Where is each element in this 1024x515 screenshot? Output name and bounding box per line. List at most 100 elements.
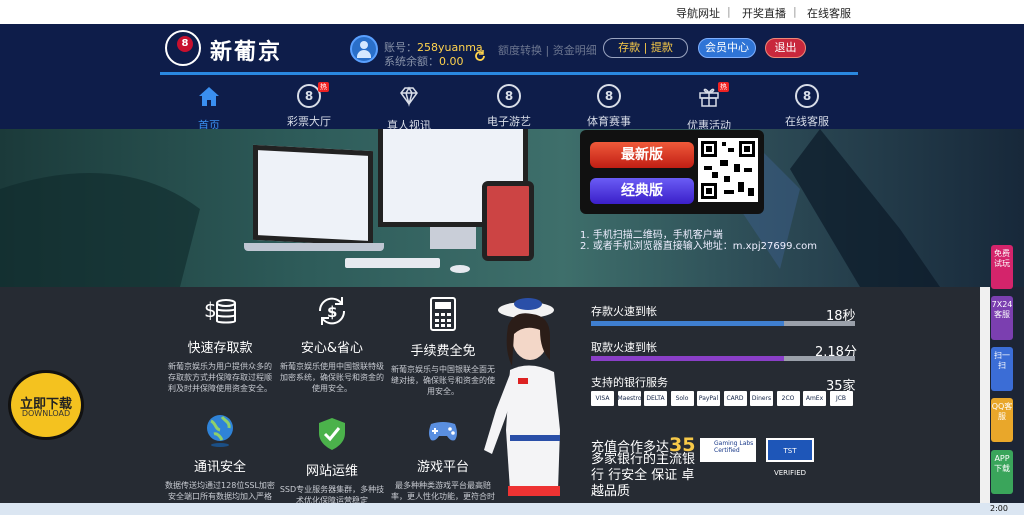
app-download-box: 最新版 经典版	[580, 130, 764, 214]
download-float-button[interactable]: 立即下载 DOWNLOAD	[8, 370, 84, 440]
bank-logo: 2CO	[776, 391, 800, 406]
account-links: 额度转换 | 资金明细	[498, 44, 597, 57]
svg-text:$: $	[204, 298, 217, 322]
svg-text:$: $	[327, 303, 337, 321]
bank-logo: CARD	[723, 391, 747, 406]
nav-sports[interactable]: 8 体育赛事	[574, 84, 644, 129]
fund-details-link[interactable]: 资金明细	[553, 44, 597, 57]
side-scan[interactable]: 扫一扫	[991, 347, 1013, 391]
keyboard	[345, 258, 440, 268]
member-center-button[interactable]: 会员中心	[698, 38, 756, 58]
gamepad-icon	[429, 422, 457, 441]
header-divider	[160, 72, 858, 75]
user-avatar-icon	[350, 35, 378, 63]
nav-egames[interactable]: 8 电子游艺	[474, 84, 544, 129]
balance-value: 0.00	[439, 55, 464, 68]
deposit-withdraw-pill: 存款 | 提款	[603, 38, 688, 58]
bank-logo: AmEx	[803, 391, 826, 406]
logo-emblem-icon: 8	[165, 30, 201, 66]
laptop-mockup	[253, 144, 373, 247]
withdraw-speed-fill	[591, 356, 784, 361]
top-link-nav[interactable]: 导航网址	[676, 5, 720, 21]
os-taskbar: 2:00	[0, 503, 1024, 515]
calculator-icon	[430, 297, 456, 331]
nav-label: 电子游艺	[487, 115, 531, 128]
deposit-speed-bar	[591, 321, 855, 326]
nav-lottery[interactable]: 8 热 彩票大厅	[274, 82, 344, 129]
nav-promotions[interactable]: 热 优惠活动	[674, 82, 744, 133]
feature-desc: 新葡京娱乐为用户提供众多的存取款方式并保障存取过程顺利及时并保障使用资金安全。	[168, 362, 272, 393]
withdraw-speed-label: 取款火速到帐	[591, 341, 657, 354]
nav-label: 在线客服	[785, 115, 829, 128]
bank-logo: VISA	[591, 391, 614, 406]
bank-logo: PayPal	[697, 391, 720, 406]
bank-logo: DELTA	[644, 391, 667, 406]
side-label: 扫一扫	[994, 351, 1010, 370]
feature-title: 网站运维	[305, 464, 358, 479]
classic-version-button[interactable]: 经典版	[590, 178, 694, 204]
side-label: 7X24客服	[991, 300, 1013, 319]
nav-label: 彩票大厅	[287, 115, 331, 128]
qr-code	[698, 138, 758, 202]
globe-icon	[207, 415, 233, 447]
ball-8-icon: 8	[795, 84, 819, 108]
withdraw-button[interactable]: 提款	[651, 41, 673, 54]
feature-operations: 网站运维 SSD专业服务器集群，多种技术优化保障运营稳定	[277, 416, 387, 506]
feature-fast-deposit: $ 快速存取款 新葡京娱乐为用户提供众多的存取款方式并保障存取过程顺利及时并保障…	[165, 293, 275, 394]
nav-live-casino[interactable]: 真人视讯	[374, 84, 444, 133]
hot-badge: 热	[718, 82, 729, 92]
feature-title: 快速存取款	[187, 341, 253, 356]
deposit-button[interactable]: 存款	[618, 41, 640, 54]
laptop-base	[244, 243, 384, 251]
mouse	[450, 265, 470, 273]
feature-security: $ 安心&省心 新葡京娱乐使用中国银联特级加密系统，确保账号和资金的使用安全。	[277, 293, 387, 394]
taskbar-clock: 2:00	[990, 504, 1008, 513]
side-service-24h[interactable]: 7X24客服	[991, 296, 1013, 340]
page-scrollbar[interactable]	[980, 287, 990, 503]
qr-code-icon	[701, 141, 755, 199]
feature-title: 安心&省心	[300, 341, 364, 356]
download-en: DOWNLOAD	[21, 409, 71, 418]
balance-label: 系统余额：	[384, 55, 439, 68]
monitor-stand	[430, 227, 476, 249]
separator: |	[727, 5, 731, 18]
transfer-link[interactable]: 额度转换	[498, 44, 542, 57]
top-link-live[interactable]: 开奖直播	[742, 5, 786, 21]
money-stack-icon: $	[204, 298, 236, 324]
side-free-trial[interactable]: 免费试玩	[991, 245, 1013, 289]
logo-text: 新葡京	[210, 39, 283, 65]
side-label: 免费试玩	[994, 249, 1010, 268]
home-icon	[199, 87, 219, 106]
side-label: QQ客服	[991, 402, 1013, 421]
separator: |	[793, 5, 797, 18]
tst-verified-cert: TST VERIFIED	[766, 438, 814, 477]
refresh-icon[interactable]	[474, 50, 486, 62]
mobile-note-2: 2. 或者手机浏览器直接输入地址：m.xpj27699.com	[580, 241, 818, 252]
deposit-speed-label: 存款火速到帐	[591, 305, 657, 318]
bank-logo: JCB	[829, 391, 853, 406]
bank-logo: Solo	[670, 391, 694, 406]
nav-service[interactable]: 8 在线客服	[772, 84, 842, 129]
side-label: APP下载	[994, 454, 1010, 473]
site-logo[interactable]: 8 新葡京	[165, 28, 285, 68]
latest-version-button[interactable]: 最新版	[590, 142, 694, 168]
feature-desc: 新葡京娱乐使用中国银联特级加密系统，确保账号和资金的使用安全。	[280, 362, 384, 393]
feature-comm-security: 通讯安全 数据传送均通过128位SSL加密安全端口所有数据均加入严格限制和严密监	[165, 412, 275, 513]
logout-button[interactable]: 退出	[765, 38, 806, 58]
deposit-speed-fill	[591, 321, 784, 326]
shield-check-icon	[319, 418, 345, 450]
nav-home[interactable]: 首页	[174, 84, 244, 133]
nav-label: 体育赛事	[587, 115, 631, 128]
withdraw-speed-bar	[591, 356, 855, 361]
top-link-service[interactable]: 在线客服	[807, 5, 851, 21]
bank-logo: Maestro	[617, 391, 642, 406]
dollar-refresh-icon: $	[318, 297, 346, 325]
diamond-icon	[400, 86, 418, 107]
top-link-bar: 导航网址 | 开奖直播 | 在线客服	[0, 0, 1024, 24]
side-qq-service[interactable]: QQ客服	[991, 398, 1013, 442]
side-app-download[interactable]: APP下载	[991, 450, 1013, 494]
tablet-mockup	[482, 181, 534, 261]
hot-badge: 热	[318, 82, 329, 92]
model-photo	[484, 298, 560, 496]
ball-8-icon: 8	[497, 84, 521, 108]
